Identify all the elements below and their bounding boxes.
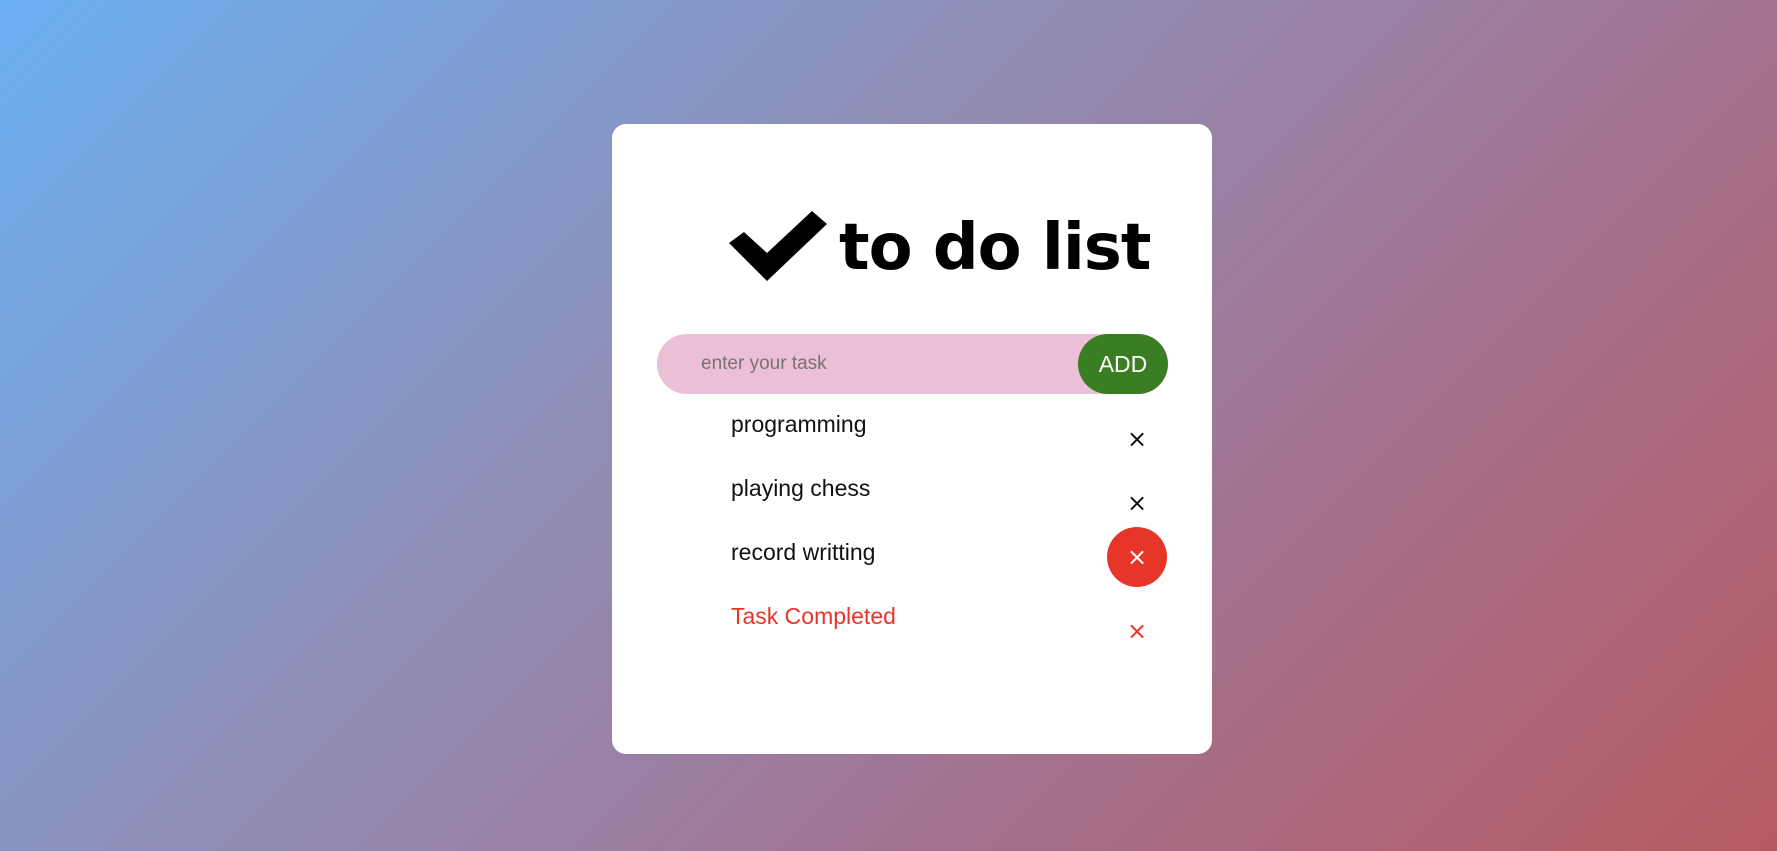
task-label[interactable]: playing chess xyxy=(731,475,870,502)
task-item[interactable]: playing chess × xyxy=(612,463,1212,527)
task-item[interactable]: record writting × xyxy=(612,527,1212,591)
task-item-completed[interactable]: Task Completed × xyxy=(612,591,1212,655)
close-icon[interactable]: × xyxy=(1107,473,1167,533)
close-icon[interactable]: × xyxy=(1107,409,1167,469)
task-label[interactable]: record writting xyxy=(731,539,875,566)
add-button[interactable]: ADD xyxy=(1078,334,1168,394)
task-label[interactable]: Task Completed xyxy=(731,603,896,630)
close-icon[interactable]: × xyxy=(1107,601,1167,661)
app-logo: to do list xyxy=(729,206,1151,286)
close-icon[interactable]: × xyxy=(1107,527,1167,587)
add-task-row: ADD xyxy=(657,334,1168,394)
task-input[interactable] xyxy=(701,334,1061,394)
checkmark-icon xyxy=(729,211,827,281)
task-label[interactable]: programming xyxy=(731,411,867,438)
task-list: programming × playing chess × record wri… xyxy=(612,399,1212,655)
task-item[interactable]: programming × xyxy=(612,399,1212,463)
todo-card: to do list ADD programming × playing che… xyxy=(612,124,1212,754)
app-title: to do list xyxy=(839,211,1151,285)
